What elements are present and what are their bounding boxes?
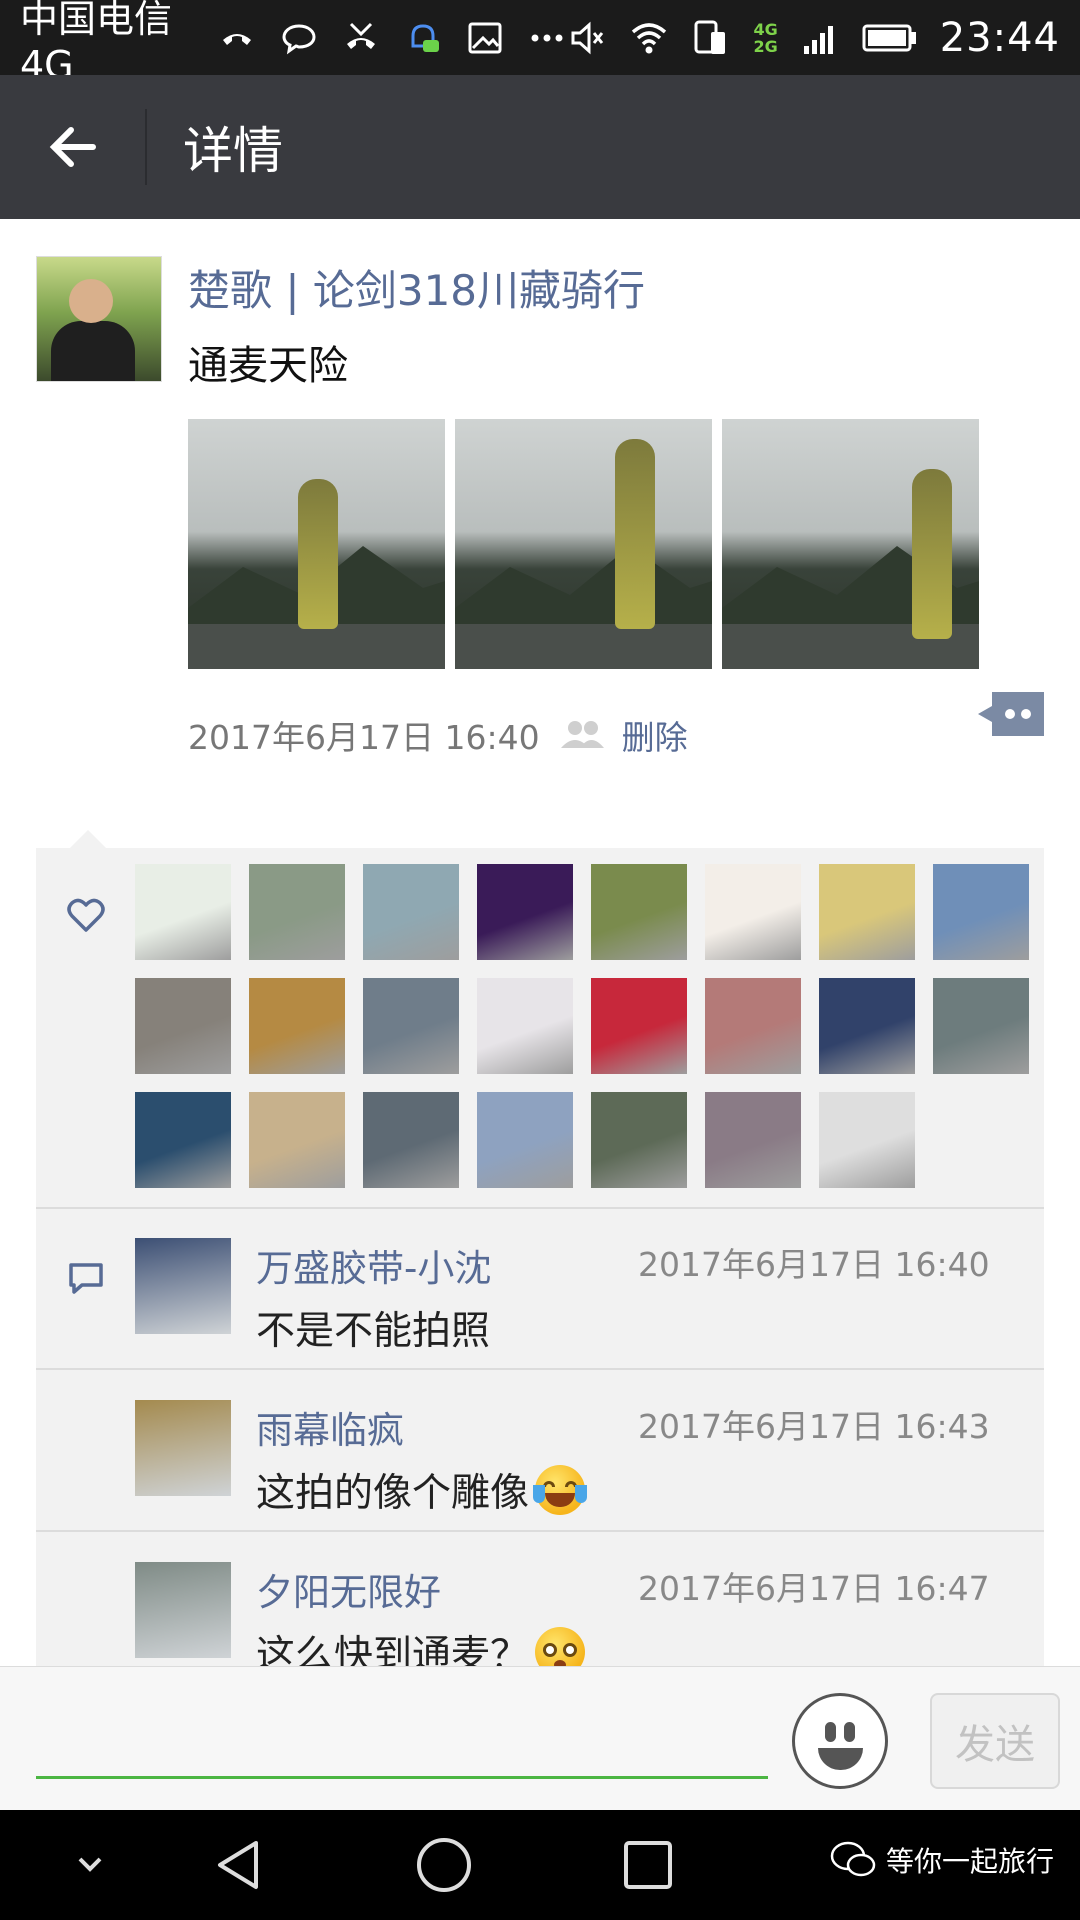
wechat-icon <box>830 1841 876 1877</box>
commenter-name[interactable]: 夕阳无限好 <box>256 1562 441 1616</box>
mute-icon <box>567 18 607 58</box>
chat-bubble-icon <box>279 18 319 58</box>
emoji-button[interactable] <box>792 1693 888 1789</box>
comment-more-icon[interactable] <box>978 692 1044 736</box>
comment-input[interactable] <box>36 1697 768 1779</box>
like-avatar[interactable] <box>363 1092 459 1188</box>
status-bar: 中国电信 4G 4G 2G 23:44 <box>0 0 1080 87</box>
watermark-text: 等你一起旅行 <box>886 1845 1055 1878</box>
like-avatar[interactable] <box>705 978 801 1074</box>
watermark: 等你一起旅行 <box>830 1840 1054 1880</box>
send-button[interactable]: 发送 <box>930 1693 1060 1789</box>
notification-bell-icon <box>403 18 443 58</box>
heart-icon <box>67 898 105 932</box>
network-top-label: 4G <box>753 19 778 39</box>
author-avatar[interactable] <box>36 256 162 382</box>
like-avatar[interactable] <box>363 864 459 960</box>
panel-pointer <box>70 830 106 848</box>
post-photo[interactable] <box>722 419 979 669</box>
like-avatar[interactable] <box>819 978 915 1074</box>
post-timestamp: 2017年6月17日 16:40 <box>188 718 540 757</box>
commenter-avatar[interactable] <box>135 1238 231 1334</box>
comment-time: 2017年6月17日 16:40 <box>638 1245 990 1284</box>
tears-of-joy-emoji-icon <box>533 1465 588 1515</box>
like-avatar[interactable] <box>135 864 231 960</box>
post-meta: 2017年6月17日 16:40 删除 <box>188 711 688 759</box>
like-avatar[interactable] <box>591 1092 687 1188</box>
like-avatar[interactable] <box>819 1092 915 1188</box>
nav-home-button[interactable] <box>414 1810 474 1920</box>
comment-text: 这拍的像个雕像 <box>256 1462 588 1518</box>
more-dots-icon <box>527 18 567 58</box>
commenter-avatar[interactable] <box>135 1400 231 1496</box>
dual-sim-icon <box>691 18 731 58</box>
like-avatar[interactable] <box>135 978 231 1074</box>
like-avatar[interactable] <box>477 978 573 1074</box>
like-avatar[interactable] <box>819 864 915 960</box>
likes-avatar-grid <box>135 864 1029 1188</box>
chevron-down-icon <box>78 1857 102 1872</box>
comment-text-content: 这拍的像个雕像 <box>256 1471 530 1516</box>
comment-row[interactable]: 雨幕临疯 2017年6月17日 16:43 这拍的像个雕像 <box>36 1370 1044 1530</box>
like-avatar[interactable] <box>705 1092 801 1188</box>
moment-detail-screen: 中国电信 4G 4G 2G 23:44 详情 楚歌 | 论剑318川藏骑行 通麦… <box>0 0 1080 1920</box>
image-icon <box>465 18 505 58</box>
system-nav-bar: 等你一起旅行 <box>0 1810 1080 1920</box>
comment-time: 2017年6月17日 16:47 <box>638 1569 990 1608</box>
network-type-badge: 4G 2G <box>753 21 777 55</box>
photo-grid <box>188 419 979 669</box>
arrow-left-icon <box>49 127 96 167</box>
comment-row[interactable]: 万盛胶带-小沈 2017年6月17日 16:40 不是不能拍照 <box>36 1208 1044 1368</box>
nav-back-button[interactable] <box>210 1810 270 1920</box>
like-avatar[interactable] <box>591 978 687 1074</box>
post-photo[interactable] <box>455 419 712 669</box>
like-avatar[interactable] <box>363 978 459 1074</box>
carrier-label: 中国电信 4G <box>20 0 173 87</box>
page-title: 详情 <box>183 122 283 180</box>
like-avatar[interactable] <box>249 1092 345 1188</box>
like-avatar[interactable] <box>933 978 1029 1074</box>
comment-input-bar: 发送 <box>0 1666 1080 1810</box>
circle-home-icon <box>417 1838 471 1892</box>
like-avatar[interactable] <box>249 978 345 1074</box>
network-bottom-label: 2G <box>753 36 778 56</box>
triangle-back-icon <box>218 1841 258 1889</box>
square-recents-icon <box>624 1841 672 1889</box>
comment-time: 2017年6月17日 16:43 <box>638 1407 990 1446</box>
status-time: 23:44 <box>939 14 1060 61</box>
like-avatar[interactable] <box>477 1092 573 1188</box>
nav-recents-button[interactable] <box>618 1810 678 1920</box>
comment-text: 不是不能拍照 <box>256 1300 490 1356</box>
friends-visibility-icon <box>560 721 604 748</box>
like-avatar[interactable] <box>135 1092 231 1188</box>
post-photo[interactable] <box>188 419 445 669</box>
back-button[interactable] <box>0 75 145 219</box>
commenter-name[interactable]: 雨幕临疯 <box>256 1400 404 1454</box>
header-divider <box>145 109 147 185</box>
missed-call-icon <box>217 18 257 58</box>
app-header: 详情 <box>0 75 1080 219</box>
post-text: 通麦天险 <box>188 343 348 389</box>
comment-text-content: 不是不能拍照 <box>256 1309 491 1354</box>
signal-icon <box>800 18 840 58</box>
commenter-avatar[interactable] <box>135 1562 231 1658</box>
commenter-name[interactable]: 万盛胶带-小沈 <box>256 1238 491 1292</box>
nav-hide-button[interactable] <box>60 1810 120 1920</box>
wifi-icon <box>629 18 669 58</box>
like-avatar[interactable] <box>933 864 1029 960</box>
battery-icon <box>862 18 918 58</box>
delete-button[interactable]: 删除 <box>622 711 688 759</box>
like-avatar[interactable] <box>591 864 687 960</box>
missed-call-icon-2 <box>341 18 381 58</box>
like-avatar[interactable] <box>477 864 573 960</box>
like-avatar[interactable] <box>705 864 801 960</box>
like-avatar[interactable] <box>249 864 345 960</box>
author-name[interactable]: 楚歌 | 论剑318川藏骑行 <box>188 257 645 318</box>
